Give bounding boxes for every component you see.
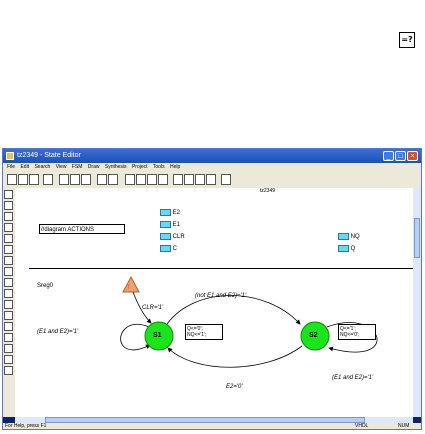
reset-tool-icon[interactable] (4, 267, 13, 276)
app-icon (6, 152, 14, 160)
state-diagram-graphics: ! (120, 275, 378, 368)
status-bar: For Help, press F1 VHDL NUM (3, 423, 421, 429)
output-port-tool-icon[interactable] (4, 245, 13, 254)
s1-to-s2-condition[interactable]: (not E1 and E2)='1' (195, 293, 246, 299)
input-port-tool-icon[interactable] (4, 234, 13, 243)
menu-bar: File Edit Search View FSM Draw Synthesis… (3, 163, 421, 172)
menu-fsm[interactable]: FSM (72, 164, 83, 170)
cut-icon[interactable] (59, 174, 69, 185)
menu-view[interactable]: View (56, 164, 67, 170)
maximize-button[interactable]: □ (395, 151, 406, 161)
link-tool-icon[interactable] (4, 300, 13, 309)
state-editor-window: tz2349 - State Editor _ □ × File Edit Se… (2, 148, 422, 430)
redo-icon[interactable] (108, 174, 118, 185)
menu-help[interactable]: Help (170, 164, 180, 170)
menu-file[interactable]: File (7, 164, 15, 170)
toolbar (3, 172, 421, 189)
text-tool-icon[interactable] (4, 289, 13, 298)
entry-tool-icon[interactable] (4, 355, 13, 364)
diagram-canvas[interactable]: tz2349 //diagram ACTIONS E2 E1 CLR C NQ … (15, 188, 413, 417)
s2-loop-condition[interactable]: (E1 and E2)='1' (332, 375, 373, 381)
help-button[interactable]: =? (399, 32, 415, 48)
title-bar: tz2349 - State Editor _ □ × (3, 149, 421, 163)
status-mode: VHDL (355, 423, 369, 429)
help-icon[interactable] (221, 174, 231, 185)
menu-synthesis[interactable]: Synthesis (105, 164, 127, 170)
zoom-in-icon[interactable] (125, 174, 135, 185)
menu-search[interactable]: Search (34, 164, 50, 170)
signal-tool-icon[interactable] (4, 256, 13, 265)
reset-condition-label[interactable]: CLR='1' (142, 305, 163, 311)
region-tool-icon[interactable] (4, 322, 13, 331)
vertical-scroll-thumb[interactable] (414, 218, 420, 258)
menu-edit[interactable]: Edit (20, 164, 29, 170)
state-s1-actions[interactable]: Q<='0'; NQ<='1'; (185, 324, 223, 340)
minimize-button[interactable]: _ (383, 151, 394, 161)
exit-tool-icon[interactable] (4, 366, 13, 375)
close-button[interactable]: × (407, 151, 418, 161)
find-icon[interactable] (158, 174, 168, 185)
status-num: NUM (398, 423, 410, 429)
hierarchy-tool-icon[interactable] (4, 311, 13, 320)
copy-icon[interactable] (70, 174, 80, 185)
zoom-fit-icon[interactable] (147, 174, 157, 185)
menu-tools[interactable]: Tools (153, 164, 165, 170)
vertical-scrollbar[interactable] (413, 188, 421, 417)
new-file-icon[interactable] (7, 174, 17, 185)
add-transition-icon[interactable] (206, 174, 216, 185)
state-s2-label: S2 (309, 332, 318, 339)
print-icon[interactable] (43, 174, 53, 185)
save-icon[interactable] (29, 174, 39, 185)
loop-tool-icon[interactable] (4, 344, 13, 353)
add-state-icon[interactable] (195, 174, 205, 185)
open-file-icon[interactable] (18, 174, 28, 185)
zoom-out-icon[interactable] (136, 174, 146, 185)
menu-project[interactable]: Project (132, 164, 148, 170)
transition-tool-icon[interactable] (4, 212, 13, 221)
state-s2-actions[interactable]: Q<='1'; NQ<='0'; (338, 324, 376, 340)
paste-icon[interactable] (81, 174, 91, 185)
add-input-icon[interactable] (173, 174, 183, 185)
condition-tool-icon[interactable] (4, 333, 13, 342)
s2-to-s1-condition[interactable]: E2='0' (226, 384, 242, 390)
s1-to-s2-arrow (166, 295, 301, 325)
window-title: tz2349 - State Editor (17, 152, 81, 159)
s2-to-s1-arrow (167, 345, 303, 368)
add-output-icon[interactable] (184, 174, 194, 185)
s1-loop-condition[interactable]: (E1 and E2)='1' (37, 329, 78, 335)
undo-icon[interactable] (97, 174, 107, 185)
junction-tool-icon[interactable] (4, 278, 13, 287)
status-hint: For Help, press F1 (5, 423, 47, 429)
state-tool-icon[interactable] (4, 201, 13, 210)
reset-triangle[interactable] (122, 275, 140, 293)
select-tool-icon[interactable] (4, 190, 13, 199)
menu-draw[interactable]: Draw (88, 164, 100, 170)
action-tool-icon[interactable] (4, 223, 13, 232)
state-s1-label: S1 (153, 332, 162, 339)
